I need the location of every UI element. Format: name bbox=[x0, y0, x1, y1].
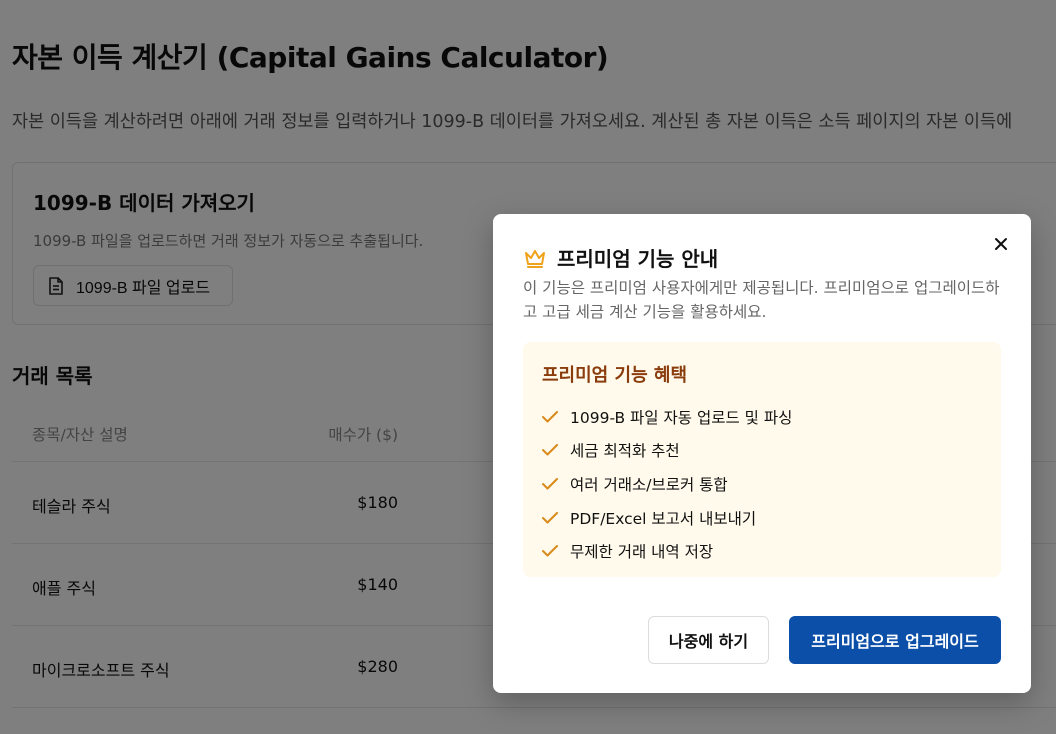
premium-benefits-box: 프리미엄 기능 혜택 1099-B 파일 자동 업로드 및 파싱 세금 최적화 … bbox=[523, 342, 1001, 577]
close-icon[interactable] bbox=[993, 236, 1009, 252]
modal-title: 프리미엄 기능 안내 bbox=[557, 247, 719, 271]
modal-header: 프리미엄 기능 안내 bbox=[523, 243, 718, 272]
upgrade-button[interactable]: 프리미엄으로 업그레이드 bbox=[789, 616, 1001, 664]
benefit-text: 세금 최적화 추천 bbox=[570, 442, 680, 461]
benefits-title: 프리미엄 기능 혜택 bbox=[542, 365, 688, 386]
list-item: PDF/Excel 보고서 내보내기 bbox=[542, 501, 792, 535]
benefit-text: 무제한 거래 내역 저장 bbox=[570, 543, 714, 562]
check-icon bbox=[542, 444, 558, 456]
list-item: 무제한 거래 내역 저장 bbox=[542, 534, 792, 568]
benefit-text: 여러 거래소/브로커 통합 bbox=[570, 475, 728, 494]
list-item: 여러 거래소/브로커 통합 bbox=[542, 467, 792, 501]
later-button[interactable]: 나중에 하기 bbox=[648, 616, 769, 664]
check-icon bbox=[542, 545, 558, 557]
list-item: 1099-B 파일 자동 업로드 및 파싱 bbox=[542, 400, 792, 434]
benefit-text: 1099-B 파일 자동 업로드 및 파싱 bbox=[570, 408, 793, 427]
check-icon bbox=[542, 511, 558, 524]
list-item: 세금 최적화 추천 bbox=[542, 434, 792, 468]
check-icon bbox=[542, 410, 558, 423]
check-icon bbox=[542, 477, 558, 490]
benefits-list: 1099-B 파일 자동 업로드 및 파싱 세금 최적화 추천 여러 거래소/브… bbox=[542, 400, 792, 568]
premium-modal: 프리미엄 기능 안내 이 기능은 프리미엄 사용자에게만 제공됩니다. 프리미엄… bbox=[493, 214, 1031, 693]
benefit-text: PDF/Excel 보고서 내보내기 bbox=[570, 509, 757, 528]
crown-icon bbox=[525, 249, 545, 268]
modal-description: 이 기능은 프리미엄 사용자에게만 제공됩니다. 프리미엄으로 업그레이드하고 … bbox=[523, 279, 1000, 321]
